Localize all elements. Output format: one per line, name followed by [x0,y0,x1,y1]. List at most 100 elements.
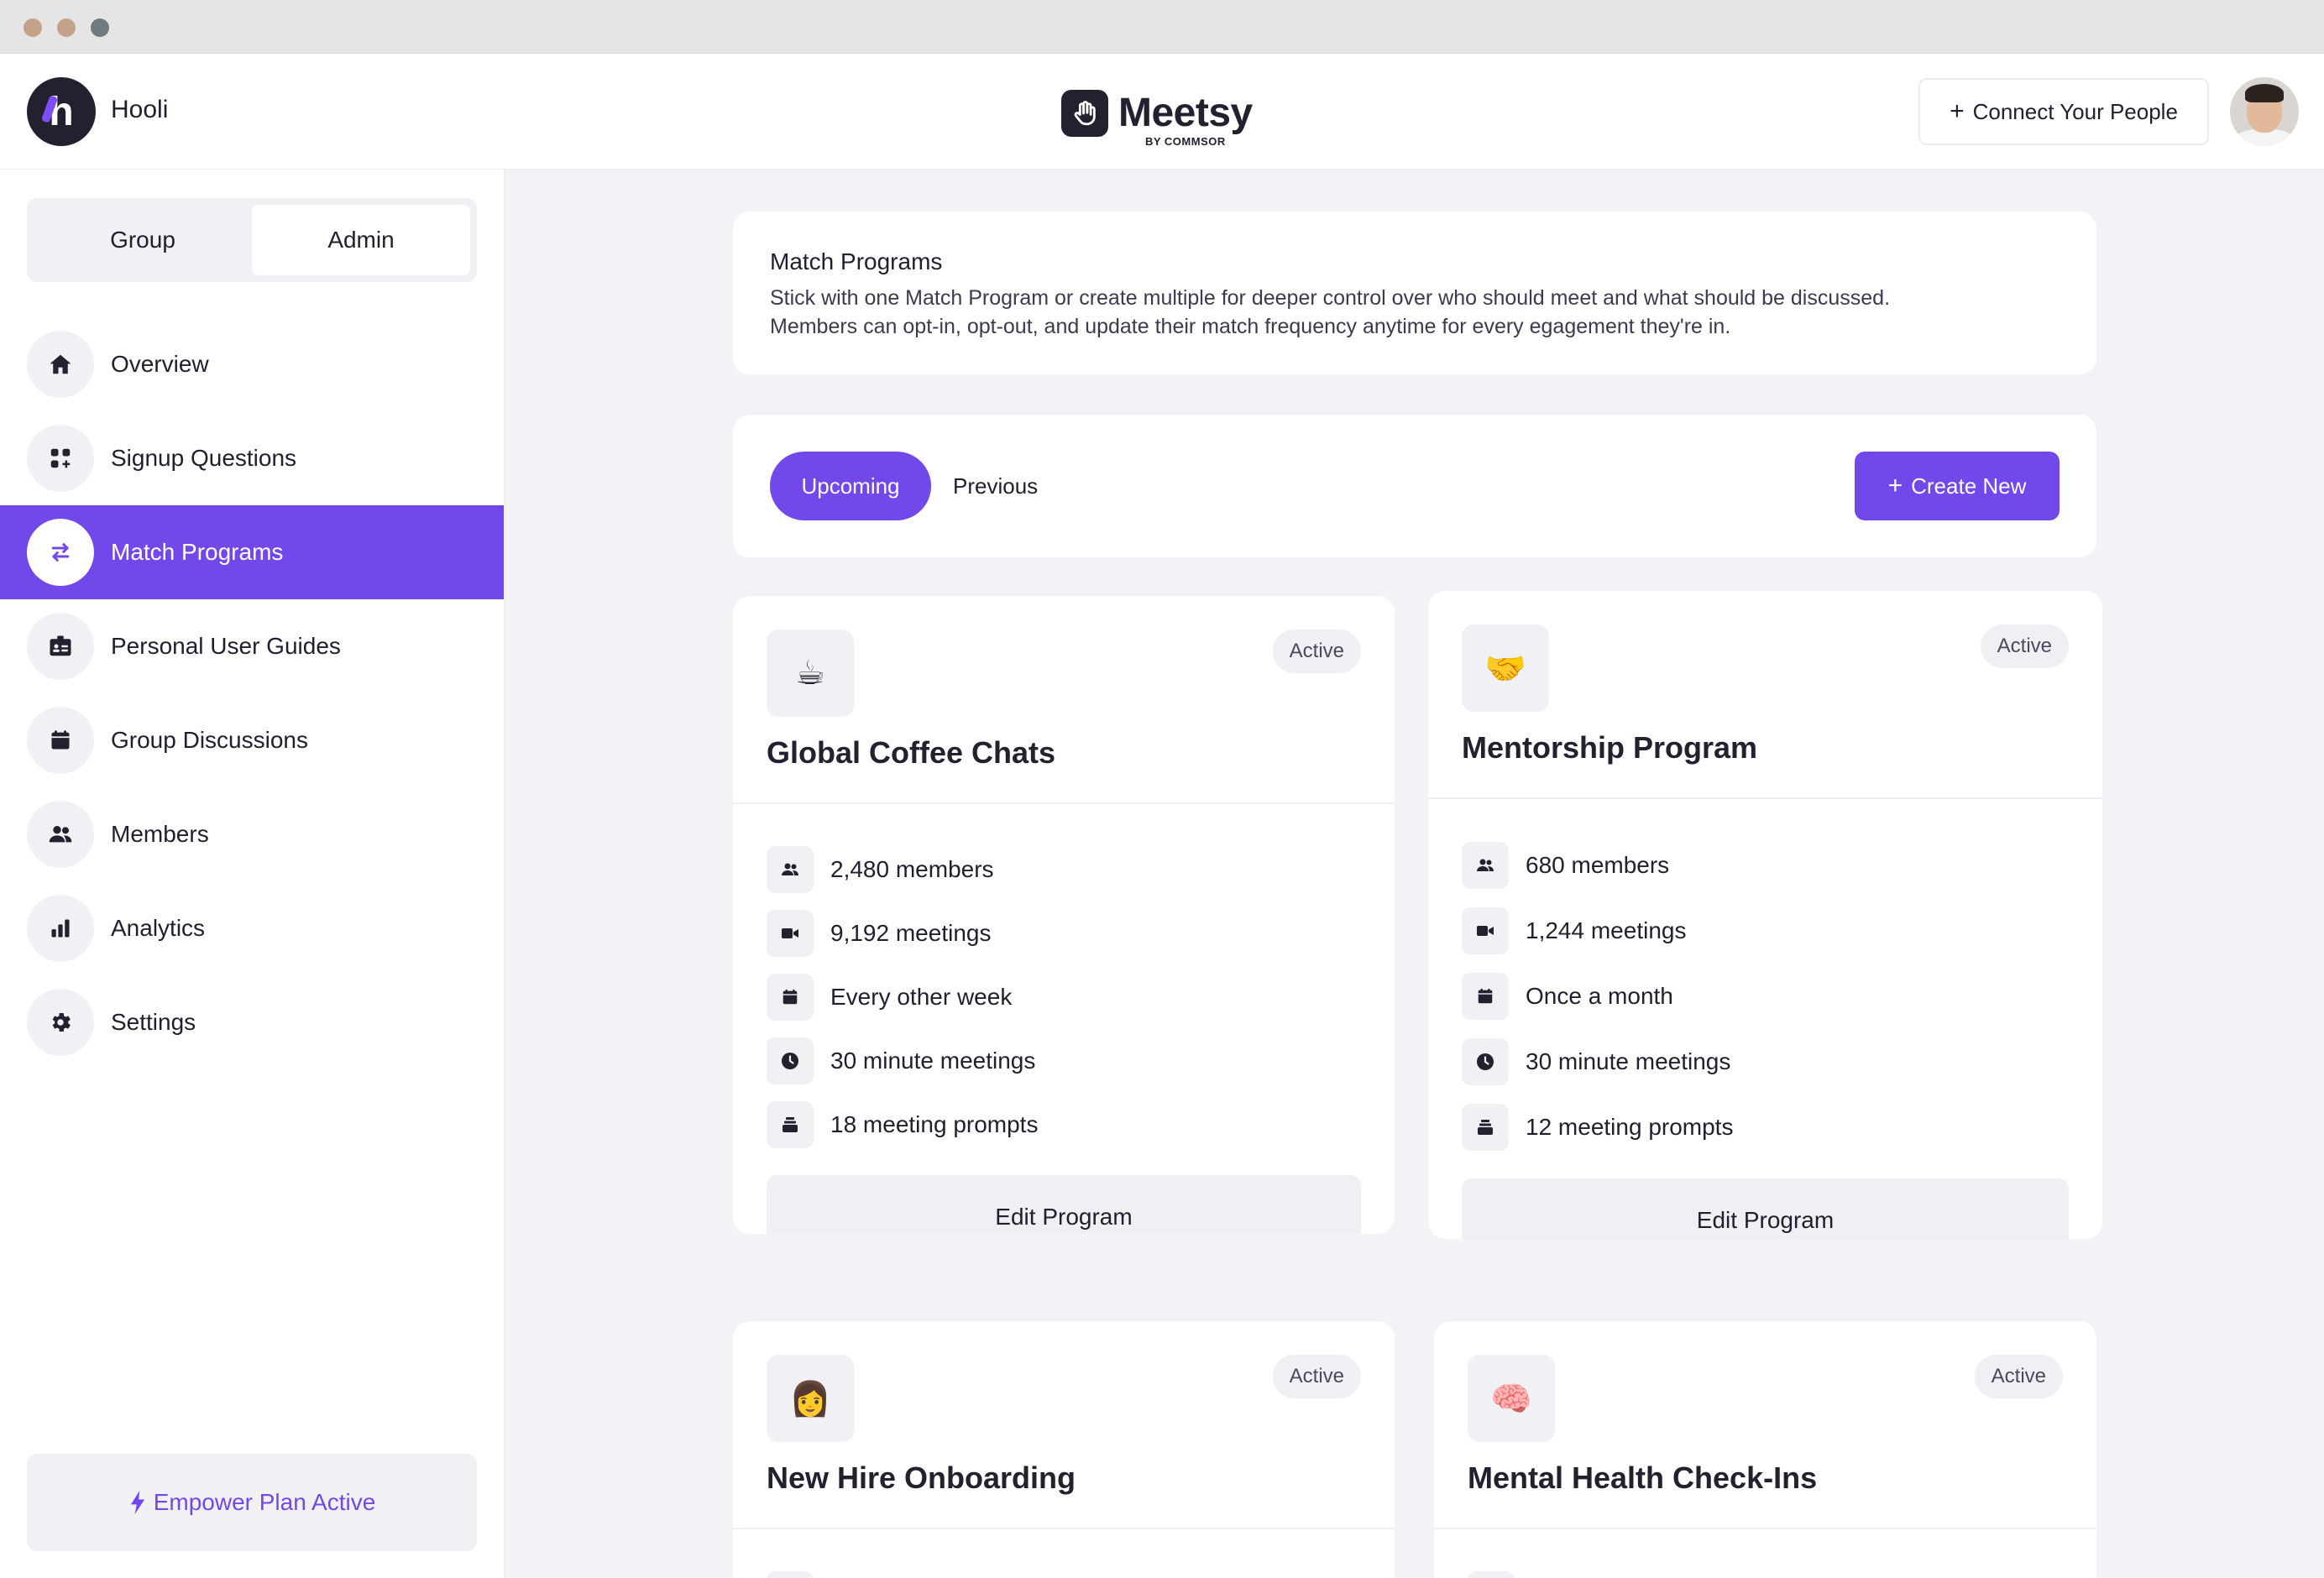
stat-frequency: Once a month [1462,964,2069,1029]
sidebar-item-label: Match Programs [111,539,284,565]
stat-duration: 30 minute meetings [1462,1029,2069,1095]
coffee-icon: ☕ [767,630,854,717]
sidebar-item-analytics[interactable]: Analytics [0,881,504,975]
sidebar-item-label: Group Discussions [111,727,308,753]
calendar-icon [1462,973,1509,1020]
stat-duration: 30 minute meetings [767,1029,1361,1093]
stat-text: 680 members [1526,852,1670,878]
intro-card: Match Programs Stick with one Match Prog… [733,212,2096,374]
sidebar-item-label: Analytics [111,915,206,941]
program-title: Mental Health Check-Ins [1468,1460,1818,1495]
people-icon [27,801,94,868]
tab-upcoming[interactable]: Upcoming [770,452,931,520]
sidebar-item-personal-user-guides[interactable]: Personal User Guides [0,599,504,693]
status-badge: Active [1980,624,2069,668]
bar-chart-icon [27,895,94,962]
lightning-icon [130,1491,144,1514]
plan-label: Empower Plan Active [153,1489,376,1515]
people-icon [767,846,814,893]
sidebar-item-group-discussions[interactable]: Group Discussions [0,693,504,787]
org-name[interactable]: Hooli [111,96,168,124]
intro-description-line1: Stick with one Match Program or create m… [770,286,1891,310]
swap-arrows-icon [27,519,94,586]
id-card-icon [27,613,94,680]
avatar-hair [2245,84,2284,102]
program-card: 🧠 Active Mental Health Check-Ins [1434,1321,2096,1578]
handshake-icon: 🤝 [1462,624,1549,712]
edit-program-button[interactable]: Edit Program [767,1175,1361,1234]
home-icon [27,331,94,398]
create-new-button[interactable]: + Create New [1855,452,2060,520]
clock-icon [767,1037,814,1084]
stat-text: 1,244 meetings [1526,917,1687,943]
sidebar-item-label: Overview [111,351,209,377]
sidebar-item-members[interactable]: Members [0,787,504,881]
connect-label: Connect Your People [1972,98,2178,124]
sidebar: Group Admin Overview Signup Questions Ma… [0,170,505,1578]
edit-program-button[interactable]: Edit Program [1462,1178,2069,1239]
stack-icon [767,1101,814,1148]
status-badge: Active [1272,630,1361,673]
connect-your-people-button[interactable]: + Connect Your People [1918,78,2209,145]
window-maximize-button[interactable] [91,18,109,37]
plan-status[interactable]: Empower Plan Active [27,1454,477,1551]
people-icon [1468,1571,1515,1578]
people-icon [1462,842,1509,889]
stat-meetings: 1,244 meetings [1462,898,2069,964]
stat-members: 2,480 members [767,838,1361,901]
sidebar-item-match-programs[interactable]: Match Programs [0,505,504,599]
stat-members: 680 members [1462,833,2069,898]
grid-plus-icon [27,425,94,492]
stat-members [767,1563,1361,1578]
plus-icon: + [1950,97,1965,125]
intro-description-line2: Members can opt-in, opt-out, and update … [770,315,1731,338]
sidebar-item-label: Signup Questions [111,445,297,471]
sidebar-item-label: Personal User Guides [111,633,341,659]
window-minimize-button[interactable] [57,18,76,37]
video-camera-icon [1462,907,1509,954]
create-new-label: Create New [1911,473,2027,499]
stat-text: 2,480 members [830,856,994,882]
window-close-button[interactable] [24,18,42,37]
tab-previous[interactable]: Previous [953,452,1038,520]
status-badge: Active [1272,1355,1361,1398]
sidebar-item-signup-questions[interactable]: Signup Questions [0,411,504,505]
segment-group[interactable]: Group [34,205,252,275]
brain-icon: 🧠 [1468,1355,1555,1442]
brand-name: Meetsy [1118,91,1253,135]
program-title: New Hire Onboarding [767,1460,1076,1495]
calendar-icon [767,974,814,1021]
top-header: h Hooli Meetsy BY COMMSOR + Connect Your… [0,54,2324,170]
brand-logo[interactable]: Meetsy BY COMMSOR [1061,84,1253,148]
stat-prompts: 18 meeting prompts [767,1093,1361,1157]
program-title: Mentorship Program [1462,730,1758,765]
main-content: Match Programs Stick with one Match Prog… [505,170,2324,1578]
stat-text: 9,192 meetings [830,920,992,946]
stat-meetings: 9,192 meetings [767,901,1361,965]
program-card: ☕ Active Global Coffee Chats 2,480 membe… [733,596,1395,1234]
clock-icon [1462,1038,1509,1085]
stat-frequency: Every other week [767,965,1361,1029]
plus-icon: + [1887,472,1903,499]
segment-admin[interactable]: Admin [252,205,470,275]
woman-icon: 👩 [767,1355,854,1442]
calendar-icon [27,707,94,774]
gear-icon [27,989,94,1056]
stat-text: Every other week [830,984,1013,1010]
stat-text: 30 minute meetings [830,1048,1036,1074]
program-title: Global Coffee Chats [767,735,1056,770]
brand-subtitle: BY COMMSOR [1144,135,1226,148]
stat-text: 30 minute meetings [1526,1048,1731,1074]
stat-members [1468,1563,2063,1578]
stat-text: Once a month [1526,983,1673,1009]
window-titlebar [0,0,2324,54]
program-card: 👩 Active New Hire Onboarding [733,1321,1395,1578]
program-tabs-bar: Upcoming Previous + Create New [733,415,2096,557]
sidebar-item-label: Members [111,821,209,847]
sidebar-item-overview[interactable]: Overview [0,317,504,411]
people-icon [767,1571,814,1578]
sidebar-item-settings[interactable]: Settings [0,975,504,1069]
org-logo[interactable]: h [27,77,96,146]
stat-text: 12 meeting prompts [1526,1114,1734,1140]
user-avatar[interactable] [2230,77,2299,146]
